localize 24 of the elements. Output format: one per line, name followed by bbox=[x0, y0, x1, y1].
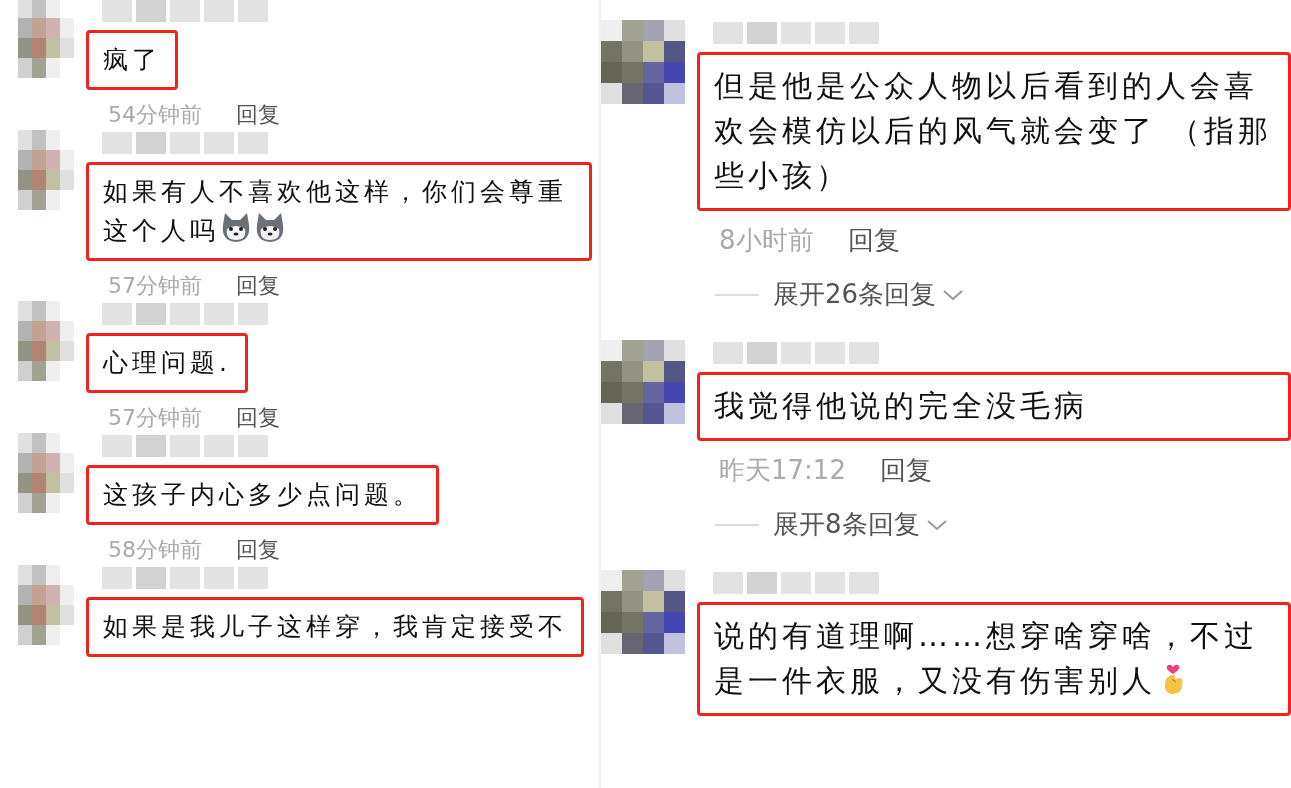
reply-button[interactable]: 回复 bbox=[879, 453, 932, 487]
comment-text: 疯了 bbox=[86, 30, 178, 90]
comment-time: 54分钟前 bbox=[108, 102, 202, 128]
reply-button[interactable]: 回复 bbox=[236, 102, 280, 128]
expand-replies-button[interactable]: 展开26条回复 bbox=[773, 277, 965, 312]
comment-text: 我觉得他说的完全没毛病 bbox=[697, 372, 1291, 441]
comment-time: 57分钟前 bbox=[108, 405, 202, 431]
chevron-down-icon bbox=[942, 287, 965, 302]
comment-time: 8小时前 bbox=[719, 224, 814, 257]
comment-time: 昨天17:12 bbox=[719, 454, 846, 487]
comment-text: 说的有道理啊……想穿啥穿啥，不过是一件衣服，又没有伤害别人 bbox=[697, 602, 1291, 716]
comment-text: 但是他是公众人物以后看到的人会喜欢会模仿以后的风气就会变了 （指那些小孩） bbox=[697, 52, 1291, 211]
reply-button[interactable]: 回复 bbox=[236, 405, 280, 431]
comment-text: 心理问题. bbox=[86, 333, 248, 393]
chevron-down-icon bbox=[925, 517, 948, 532]
reply-button[interactable]: 回复 bbox=[236, 537, 280, 563]
comment-time: 57分钟前 bbox=[108, 273, 202, 299]
expand-replies-button[interactable]: 展开8条回复 bbox=[773, 507, 948, 542]
comment-text: 如果有人不喜欢他这样，你们会尊重这个人吗 bbox=[86, 162, 592, 261]
comment-text: 如果是我儿子这样穿，我肯定接受不 bbox=[86, 597, 584, 657]
comment-time: 58分钟前 bbox=[108, 537, 202, 563]
reply-button[interactable]: 回复 bbox=[847, 223, 900, 257]
reply-button[interactable]: 回复 bbox=[236, 273, 280, 299]
comment-text: 这孩子内心多少点问题。 bbox=[86, 465, 439, 525]
